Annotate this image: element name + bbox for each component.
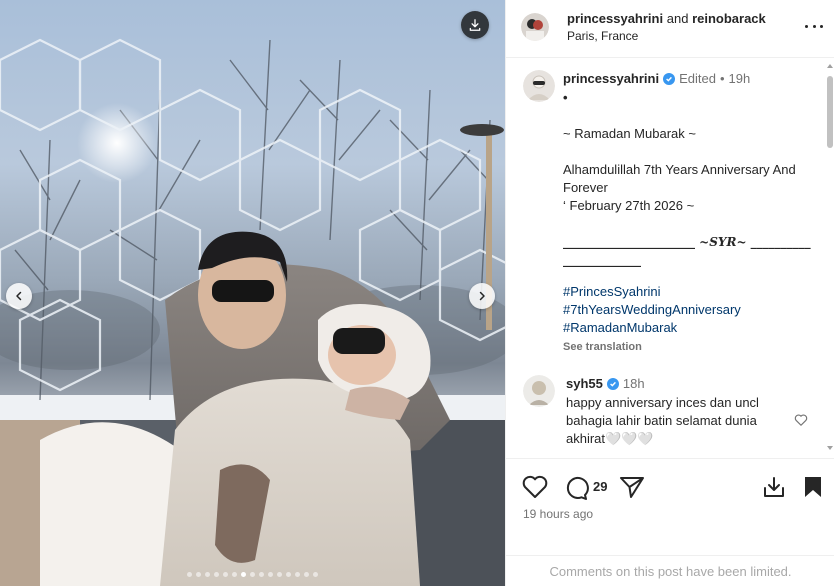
heart-outline-icon: [522, 475, 548, 498]
hashtag-link[interactable]: #PrincesSyahrini: [563, 283, 815, 301]
see-translation-link[interactable]: See translation: [563, 338, 815, 356]
caption-line: [563, 269, 815, 283]
more-icon: [805, 24, 808, 28]
save-to-collection-button[interactable]: [762, 475, 786, 502]
caption-line: •: [563, 90, 568, 105]
coauthor-username[interactable]: reinobarack: [692, 11, 766, 26]
next-slide-button[interactable]: [469, 283, 495, 309]
carousel-dot: [295, 572, 300, 577]
author-username[interactable]: princessyahrini: [567, 11, 663, 26]
carousel-dot: [214, 572, 219, 577]
caption-line: [563, 107, 815, 125]
caption-line: ~ Ramadan Mubarak ~: [563, 126, 696, 141]
like-comment-button[interactable]: [794, 413, 808, 430]
caption-separator: •: [719, 71, 725, 86]
carousel-dot: [259, 572, 264, 577]
post-media[interactable]: [0, 0, 505, 586]
carousel-dot: [241, 572, 246, 577]
share-button[interactable]: [619, 475, 645, 502]
carousel-dot: [268, 572, 273, 577]
caption-line: ‘ February 27th 2026 ~: [563, 198, 695, 213]
download-button[interactable]: [461, 11, 489, 39]
verified-badge-icon: [663, 72, 676, 85]
bookmark-filled-icon: [805, 477, 821, 497]
comment-avatar[interactable]: [523, 375, 555, 407]
more-options-button[interactable]: [805, 17, 823, 35]
caption-avatar[interactable]: [523, 70, 555, 102]
comment-header: syh55 18h: [566, 376, 645, 391]
caption-edited: Edited: [679, 71, 716, 86]
carousel-dot: [286, 572, 291, 577]
comments-limited-notice: Comments on this post have been limited.: [506, 555, 834, 579]
comment-bubble-icon: [566, 476, 589, 500]
comment-button[interactable]: [563, 475, 589, 504]
carousel-dot: [232, 572, 237, 577]
verified-badge-icon: [606, 377, 619, 390]
post-photo: [0, 38, 505, 586]
comment-text: happy anniversary inces dan uncl bahagia…: [566, 395, 759, 446]
post-timestamp[interactable]: 19 hours ago: [523, 507, 593, 521]
bookmark-button[interactable]: [802, 475, 824, 502]
caption-line: [563, 215, 815, 233]
previous-slide-button[interactable]: [6, 283, 32, 309]
carousel-dot: [223, 572, 228, 577]
post-authors: princessyahrini and reinobarack: [567, 11, 766, 26]
caption-header: princessyahrini Edited • 19h: [563, 71, 750, 86]
caption-time[interactable]: 19h: [729, 71, 751, 86]
save-download-icon: [764, 477, 784, 497]
carousel-dot: [313, 572, 318, 577]
caption-signature: ______________________ ~𝑺𝒀𝑹~ ___________…: [563, 235, 811, 267]
carousel-dot: [277, 572, 282, 577]
post-actions: 29 19 hours ago Comments on this post ha…: [506, 458, 834, 586]
carousel-dot: [304, 572, 309, 577]
heart-outline-icon: [794, 414, 808, 426]
carousel-dot: [196, 572, 201, 577]
chevron-left-icon: [16, 291, 22, 301]
like-button[interactable]: [522, 475, 548, 502]
carousel-indicator: [0, 572, 505, 577]
author-avatar[interactable]: [521, 13, 549, 41]
carousel-dot: [187, 572, 192, 577]
comments-scrollbar[interactable]: [827, 64, 833, 450]
caption-line: [563, 143, 815, 161]
caption-line: Alhamdulillah 7th Years Anniversary And …: [563, 162, 796, 195]
comment-count[interactable]: 29: [593, 479, 607, 494]
post-location[interactable]: Paris, France: [567, 29, 638, 43]
hashtag-link[interactable]: #RamadanMubarak: [563, 319, 815, 337]
comment-time[interactable]: 18h: [623, 376, 645, 391]
download-icon: [469, 19, 481, 31]
hashtag-link[interactable]: #7thYearsWeddingAnniversary: [563, 301, 815, 319]
comment-username[interactable]: syh55: [566, 376, 603, 391]
post-header: princessyahrini and reinobarack Paris, F…: [506, 0, 834, 58]
paper-plane-icon: [620, 477, 644, 498]
author-connector: and: [666, 11, 689, 26]
caption-username[interactable]: princessyahrini: [563, 71, 659, 86]
carousel-dot: [250, 572, 255, 577]
carousel-dot: [205, 572, 210, 577]
comments-scroll-area[interactable]: princessyahrini Edited • 19h • ~ Ramadan…: [506, 58, 828, 456]
chevron-right-icon: [479, 291, 485, 301]
post-sidebar: princessyahrini and reinobarack Paris, F…: [505, 0, 834, 586]
caption-text: • ~ Ramadan Mubarak ~ Alhamdulillah 7th …: [563, 89, 815, 356]
